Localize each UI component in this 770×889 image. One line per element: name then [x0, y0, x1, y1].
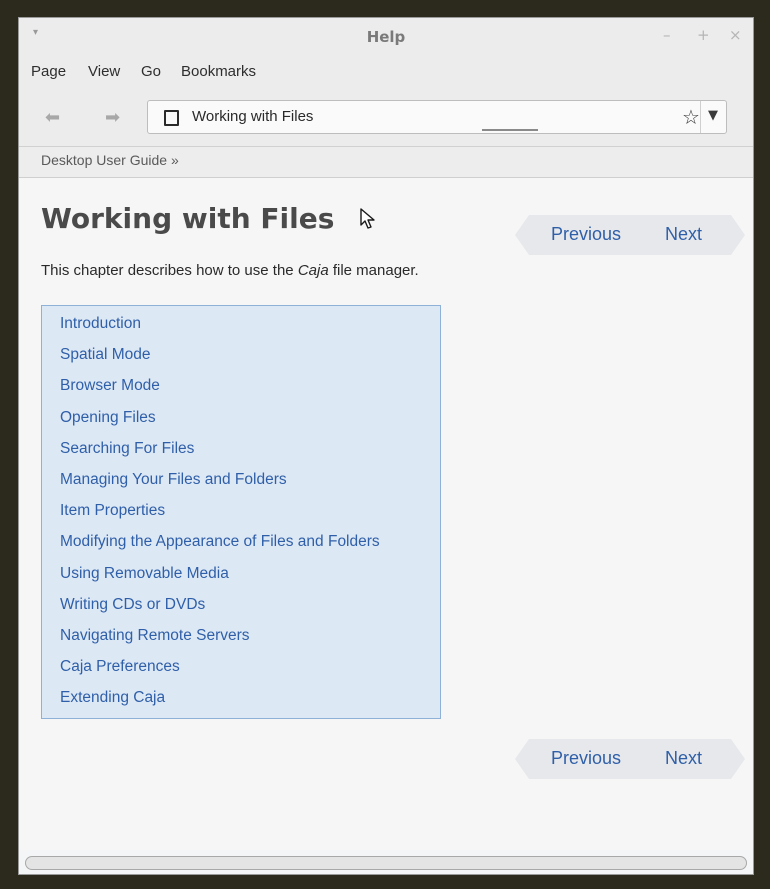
help-window: ▾ Help – + × Page View Go Bookmarks ⬅ ➡ …	[18, 17, 754, 875]
loading-progress	[482, 129, 538, 131]
previous-link-top[interactable]: Previous	[551, 224, 621, 245]
horizontal-scrollbar[interactable]	[25, 856, 747, 870]
bookmark-star-icon[interactable]: ☆	[682, 105, 700, 129]
toc-link-writing-cds-dvds[interactable]: Writing CDs or DVDs	[60, 593, 440, 624]
back-arrow-icon[interactable]: ⬅	[45, 107, 60, 128]
toc-link-removable-media[interactable]: Using Removable Media	[60, 562, 440, 593]
next-link-bottom[interactable]: Next	[665, 748, 702, 769]
page-title: Working with Files	[41, 202, 335, 235]
window-title: Help	[366, 28, 406, 46]
breadcrumb[interactable]: Desktop User Guide »	[41, 152, 179, 168]
breadcrumb-bar: Desktop User Guide »	[19, 147, 753, 178]
toc-link-item-properties[interactable]: Item Properties	[60, 499, 440, 530]
minimize-icon[interactable]: –	[663, 26, 671, 44]
next-link-top[interactable]: Next	[665, 224, 702, 245]
intro-app-name: Caja	[297, 262, 329, 279]
menu-page[interactable]: Page	[31, 63, 66, 80]
close-icon[interactable]: ×	[729, 26, 742, 44]
chevron-down-icon[interactable]: ▼	[708, 108, 718, 123]
page-navigation-top: Previous Next	[515, 215, 745, 255]
toc-link-opening-files[interactable]: Opening Files	[60, 406, 440, 437]
toc-link-caja-preferences[interactable]: Caja Preferences	[60, 655, 440, 686]
location-bar[interactable]: Working with Files ☆ ▼	[147, 100, 727, 134]
page-navigation-bottom: Previous Next	[515, 739, 745, 779]
title-bar[interactable]: ▾ Help – + ×	[19, 18, 753, 58]
help-content: Working with Files Previous Next This ch…	[19, 178, 753, 850]
toc-link-modifying-appearance[interactable]: Modifying the Appearance of Files and Fo…	[60, 530, 440, 561]
toc-link-managing-files-and-folders[interactable]: Managing Your Files and Folders	[60, 468, 440, 499]
forward-arrow-icon[interactable]: ➡	[105, 107, 120, 128]
location-text: Working with Files	[192, 108, 314, 125]
toc-link-spatial-mode[interactable]: Spatial Mode	[60, 343, 440, 374]
chapter-intro: This chapter describes how to use the Ca…	[41, 262, 419, 279]
toc-link-browser-mode[interactable]: Browser Mode	[60, 374, 440, 405]
toc-link-searching-for-files[interactable]: Searching For Files	[60, 437, 440, 468]
intro-text-end: file manager.	[328, 262, 419, 279]
menu-go[interactable]: Go	[141, 63, 161, 80]
maximize-icon[interactable]: +	[697, 26, 710, 44]
page-icon	[164, 110, 179, 126]
location-divider	[700, 101, 701, 133]
toc-link-introduction[interactable]: Introduction	[60, 312, 440, 343]
mouse-pointer-icon	[360, 208, 375, 229]
toc-link-remote-servers[interactable]: Navigating Remote Servers	[60, 624, 440, 655]
toolbar: ⬅ ➡ Working with Files ☆ ▼	[19, 90, 753, 147]
previous-link-bottom[interactable]: Previous	[551, 748, 621, 769]
intro-text-start: This chapter describes how to use the	[41, 262, 298, 279]
table-of-contents: Introduction Spatial Mode Browser Mode O…	[41, 305, 441, 719]
menu-bookmarks[interactable]: Bookmarks	[181, 63, 256, 80]
menu-view[interactable]: View	[88, 63, 120, 80]
menu-bar: Page View Go Bookmarks	[19, 58, 753, 90]
toc-link-extending-caja[interactable]: Extending Caja	[60, 686, 440, 717]
